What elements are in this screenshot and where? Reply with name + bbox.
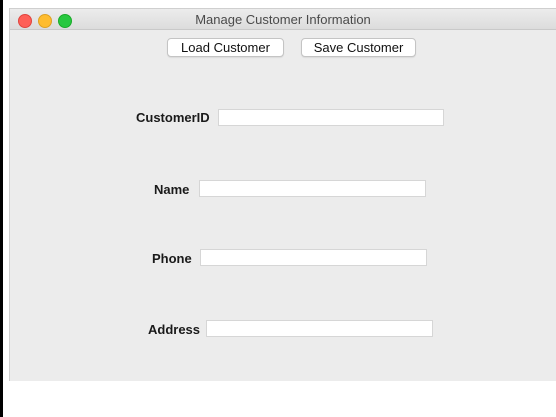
name-field[interactable] [199, 180, 426, 197]
bottom-blank-area [9, 381, 556, 417]
customer-id-label: CustomerID [136, 110, 210, 125]
left-edge-bar [0, 0, 3, 417]
customer-window: Manage Customer Information Load Custome… [9, 8, 556, 381]
save-customer-button[interactable]: Save Customer [301, 38, 416, 57]
title-bar[interactable]: Manage Customer Information [10, 9, 556, 30]
address-field[interactable] [206, 320, 433, 337]
customer-id-field[interactable] [218, 109, 444, 126]
phone-label: Phone [152, 251, 192, 266]
name-label: Name [154, 182, 190, 197]
window-title: Manage Customer Information [195, 12, 371, 27]
load-customer-button[interactable]: Load Customer [167, 38, 284, 57]
address-label: Address [148, 322, 201, 337]
phone-field[interactable] [200, 249, 427, 266]
